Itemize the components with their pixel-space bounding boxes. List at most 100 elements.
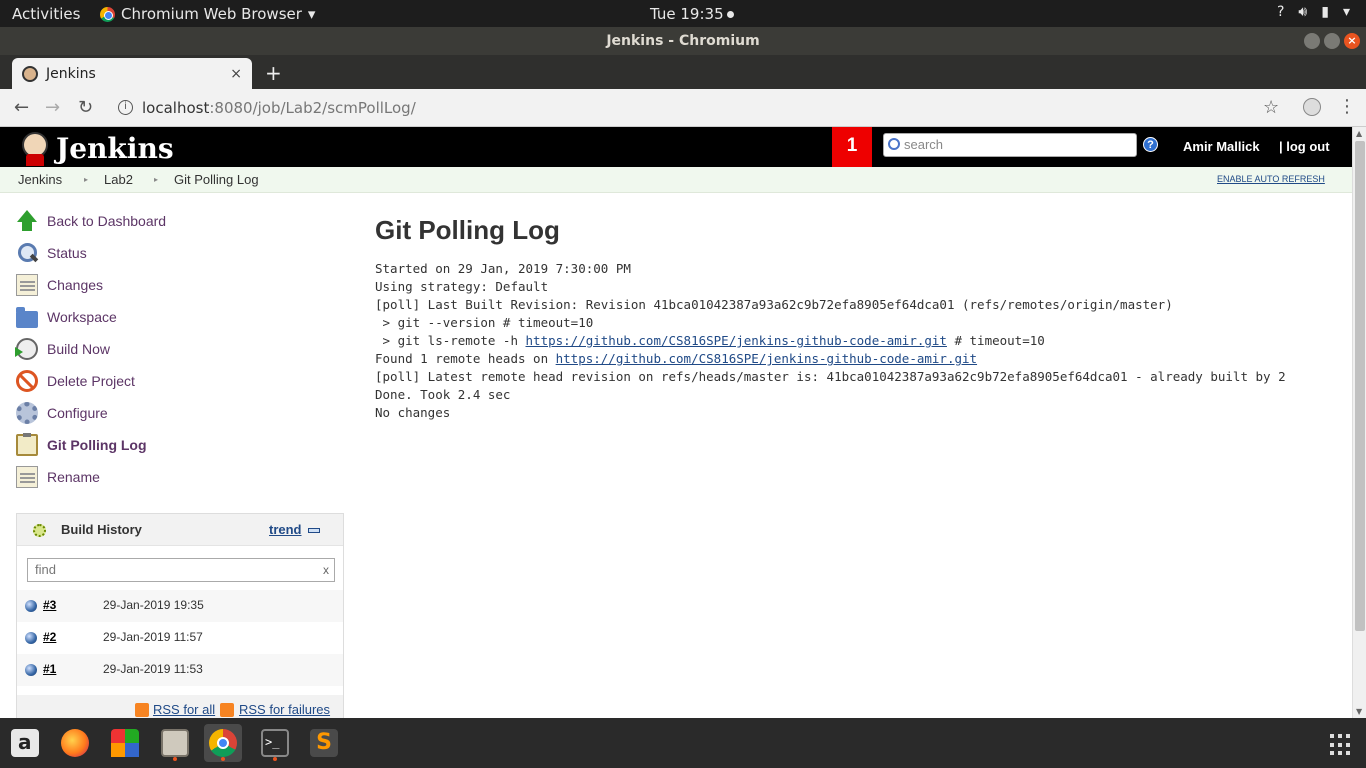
trend-link[interactable]: trend [269, 522, 302, 537]
scroll-up-icon[interactable]: ▲ [1356, 129, 1362, 138]
close-window-button[interactable]: × [1344, 33, 1360, 49]
scroll-down-icon[interactable]: ▼ [1356, 707, 1362, 716]
clipboard-icon [16, 433, 38, 456]
extension-icon[interactable] [1303, 98, 1321, 116]
running-indicator [273, 757, 277, 761]
user-link[interactable]: Amir Mallick [1183, 139, 1260, 154]
tab-jenkins[interactable]: Jenkins × [12, 58, 252, 89]
chevron-right-icon[interactable]: ▸ [154, 175, 158, 184]
up-arrow-icon [16, 210, 38, 232]
jenkins-logo[interactable]: Jenkins [18, 130, 174, 166]
libreoffice-icon [111, 729, 139, 757]
tab-close-icon[interactable]: × [230, 66, 242, 82]
build-date-link[interactable]: 29-Jan-2019 11:53 [103, 662, 203, 676]
chromium-icon [100, 6, 115, 22]
back-arrow-icon[interactable]: ← [14, 97, 29, 118]
breadcrumb-git-polling-log[interactable]: Git Polling Log [174, 172, 259, 187]
build-filter-input[interactable]: find x [27, 558, 335, 582]
terminal-launcher[interactable]: >_ [256, 724, 294, 762]
log-line: Found 1 remote heads on https://github.c… [375, 350, 1345, 368]
enable-auto-refresh-link[interactable]: ENABLE AUTO REFRESH [1217, 174, 1325, 184]
repo-link[interactable]: https://github.com/CS816SPE/jenkins-gith… [526, 333, 947, 348]
notification-badge[interactable]: 1 [832, 127, 872, 167]
build-number-link[interactable]: #1 [43, 662, 56, 676]
find-placeholder: find [35, 562, 56, 577]
reload-icon[interactable]: ↻ [78, 97, 93, 118]
page-scrollbar[interactable]: ▲ ▼ [1352, 127, 1366, 718]
breadcrumb-lab2[interactable]: Lab2 [104, 172, 133, 187]
clear-filter-button[interactable]: x [323, 559, 329, 581]
files-launcher[interactable] [156, 724, 194, 762]
logout-link[interactable]: | log out [1279, 139, 1330, 154]
rss-icon[interactable] [135, 703, 149, 717]
system-tray[interactable]: ? 🔊︎ ▮ ▾ [1277, 4, 1350, 20]
search-placeholder: search [904, 137, 944, 152]
browser-toolbar: ← → ↻ i localhost:8080/job/Lab2/scmPollL… [0, 89, 1366, 127]
libreoffice-launcher[interactable] [106, 724, 144, 762]
bookmark-star-icon[interactable]: ☆ [1263, 97, 1279, 118]
task-workspace[interactable]: Workspace [16, 305, 117, 329]
repo-link[interactable]: https://github.com/CS816SPE/jenkins-gith… [556, 351, 977, 366]
new-tab-button[interactable]: + [265, 61, 282, 85]
minimize-button[interactable] [1304, 33, 1320, 49]
task-delete-project[interactable]: Delete Project [16, 369, 135, 393]
task-label: Status [47, 245, 87, 261]
log-line: Started on 29 Jan, 2019 7:30:00 PM [375, 261, 631, 276]
rss-all-link[interactable]: RSS for all [153, 702, 215, 717]
search-input[interactable]: search [883, 133, 1137, 157]
dock: a >_ S [0, 718, 1366, 768]
rss-failures-link[interactable]: RSS for failures [239, 702, 330, 717]
firefox-launcher[interactable] [56, 724, 94, 762]
forward-arrow-icon[interactable]: → [45, 97, 60, 118]
build-row: #1 29-Jan-2019 11:53 [17, 654, 343, 686]
task-label: Rename [47, 469, 100, 485]
amazon-icon: a [11, 729, 39, 757]
scrollbar-thumb[interactable] [1355, 141, 1365, 631]
task-label: Configure [47, 405, 108, 421]
collapse-icon[interactable] [308, 528, 320, 533]
activities-button[interactable]: Activities [12, 5, 80, 23]
files-icon [161, 729, 189, 757]
build-date-link[interactable]: 29-Jan-2019 11:57 [103, 630, 203, 644]
clock[interactable]: Tue 19:35 [650, 5, 734, 23]
help-icon[interactable]: ? [1143, 137, 1158, 152]
task-rename[interactable]: Rename [16, 465, 100, 489]
battery-icon: ▮ [1321, 4, 1329, 20]
build-row: #2 29-Jan-2019 11:57 [17, 622, 343, 654]
amazon-launcher[interactable]: a [6, 724, 44, 762]
window-title-bar: Jenkins - Chromium × [0, 27, 1366, 55]
notepad-icon [16, 466, 38, 488]
app-menu[interactable]: Chromium Web Browser ▾ [100, 5, 315, 23]
page-title: Git Polling Log [375, 215, 560, 245]
build-number-link[interactable]: #2 [43, 630, 56, 644]
task-label: Changes [47, 277, 104, 293]
log-line: Done. Took 2.4 sec [375, 387, 511, 402]
volume-icon: 🔊︎ [1298, 4, 1308, 20]
running-indicator [221, 757, 225, 761]
rss-icon[interactable] [220, 703, 234, 717]
url-host: localhost [142, 99, 210, 117]
task-back-to-dashboard[interactable]: Back to Dashboard [16, 209, 166, 233]
task-changes[interactable]: Changes [16, 273, 103, 297]
build-date-link[interactable]: 29-Jan-2019 19:35 [103, 598, 204, 612]
notepad-icon [16, 274, 38, 296]
app-grid-icon[interactable] [1330, 734, 1352, 756]
log-text: # timeout=10 [946, 333, 1045, 348]
browser-menu-icon[interactable]: ⋮ [1338, 96, 1356, 117]
task-build-now[interactable]: Build Now [15, 337, 110, 361]
chevron-right-icon[interactable]: ▸ [84, 175, 88, 184]
maximize-button[interactable] [1324, 33, 1340, 49]
task-configure[interactable]: Configure [16, 401, 108, 425]
breadcrumb-jenkins[interactable]: Jenkins [18, 172, 62, 187]
log-line: No changes [375, 405, 451, 420]
build-row: #3 29-Jan-2019 19:35 [17, 590, 343, 622]
build-number-link[interactable]: #3 [43, 598, 56, 612]
address-bar[interactable]: i localhost:8080/job/Lab2/scmPollLog/ [108, 93, 1298, 123]
site-info-icon[interactable]: i [118, 100, 133, 115]
chromium-launcher[interactable] [204, 724, 242, 762]
chromium-icon [209, 729, 237, 757]
jenkins-favicon-icon [22, 65, 38, 82]
task-git-polling-log[interactable]: Git Polling Log [16, 433, 147, 457]
task-status[interactable]: Status [16, 241, 87, 265]
sublime-launcher[interactable]: S [305, 724, 343, 762]
